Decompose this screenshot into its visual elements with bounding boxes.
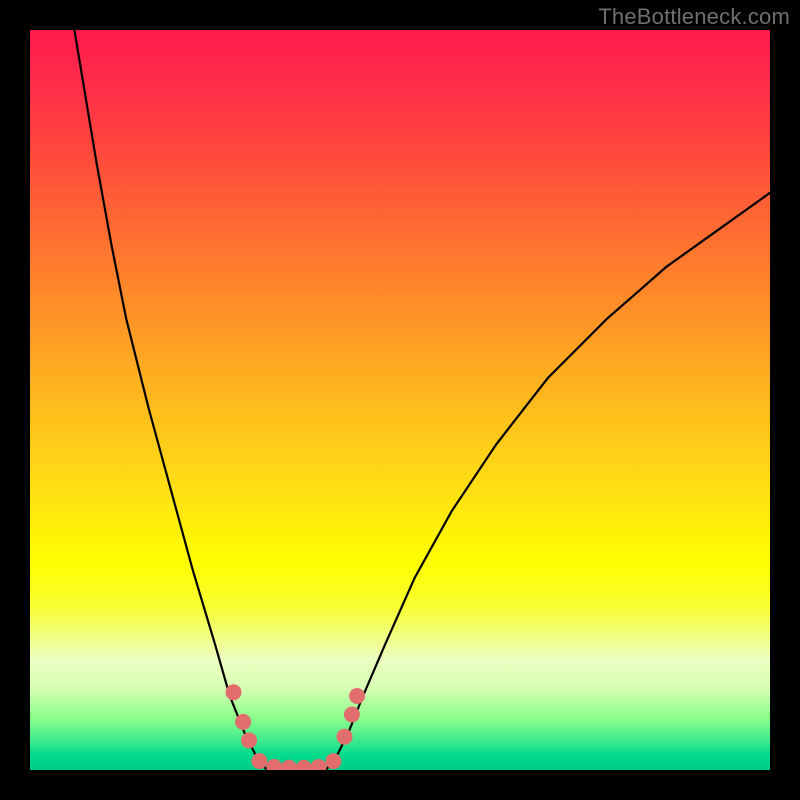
highlight-dot <box>296 760 312 770</box>
highlight-dot <box>226 684 242 700</box>
highlight-dot <box>241 732 257 748</box>
highlight-markers <box>226 684 366 770</box>
plot-area <box>30 30 770 770</box>
highlight-dot <box>325 753 341 769</box>
highlight-dot <box>344 707 360 723</box>
curve-left-path <box>74 30 266 770</box>
highlight-dot <box>349 688 365 704</box>
highlight-dot <box>281 760 297 770</box>
highlight-dot <box>311 759 327 770</box>
highlight-dot <box>235 714 251 730</box>
curve-right-path <box>326 193 770 770</box>
highlight-dot <box>266 759 282 770</box>
watermark-text: TheBottleneck.com <box>598 4 790 30</box>
highlight-dot <box>251 753 267 769</box>
curve-layer <box>30 30 770 770</box>
chart-frame: TheBottleneck.com <box>0 0 800 800</box>
highlight-dot <box>337 729 353 745</box>
